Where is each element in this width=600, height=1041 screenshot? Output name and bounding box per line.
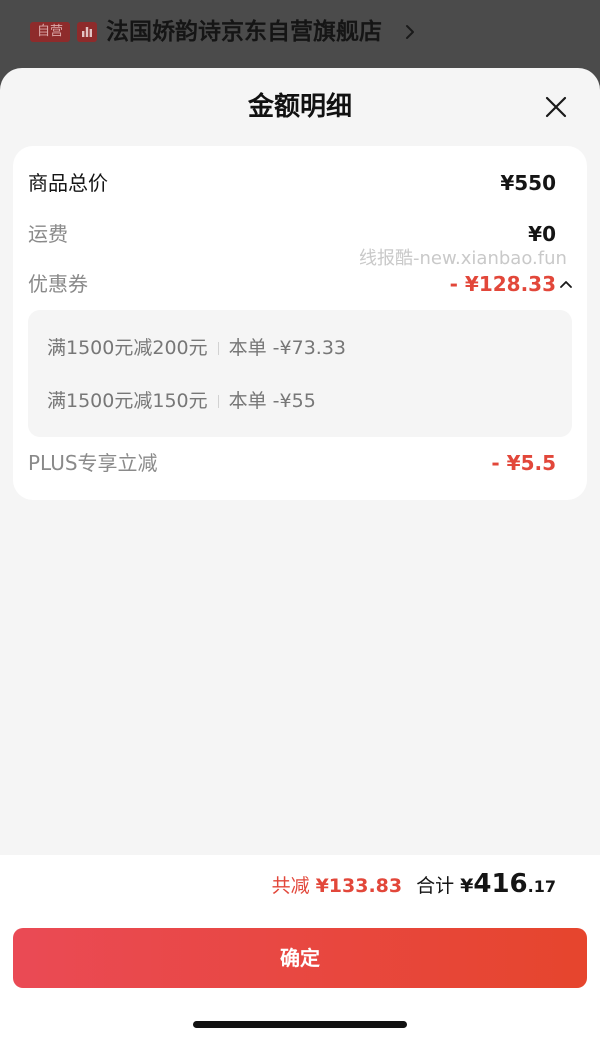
coupon-label: 优惠券 <box>28 272 88 296</box>
chevron-up-icon[interactable] <box>560 280 572 288</box>
chevron-right-icon[interactable] <box>405 23 415 41</box>
coupon-divider <box>217 341 219 355</box>
store-icon <box>77 22 97 42</box>
plus-discount-label: PLUS专享立减 <box>28 451 158 475</box>
home-indicator[interactable] <box>193 1021 407 1028</box>
grand-total-label: 合计 <box>416 875 455 897</box>
coupon-rule: 满1500元减200元 <box>47 337 208 359</box>
store-header[interactable]: 自营 法国娇韵诗京东自营旗舰店 <box>0 0 600 68</box>
sheet-footer: 共减 ¥133.83 合计 ¥ 416 .17 确定 <box>0 855 600 1041</box>
totals-summary: 共减 ¥133.83 合计 ¥ 416 .17 <box>272 869 556 905</box>
grand-total-decimal: .17 <box>527 877 556 896</box>
close-button[interactable] <box>544 95 568 119</box>
goods-total-value: ¥550 <box>500 171 556 195</box>
confirm-button[interactable]: 确定 <box>13 928 587 988</box>
amount-detail-sheet: 金额明细 商品总价 ¥550 运费 ¥0 优惠券 - ¥128.33 满1500… <box>0 68 600 1041</box>
coupon-amount: 本单 -¥55 <box>228 390 316 412</box>
coupon-amount: 本单 -¥73.33 <box>228 337 347 359</box>
sheet-title: 金额明细 <box>247 92 352 122</box>
coupon-row[interactable]: 优惠券 - ¥128.33 <box>28 270 572 298</box>
plus-discount-row: PLUS专享立减 - ¥5.5 <box>28 449 556 477</box>
goods-total-label: 商品总价 <box>28 171 108 195</box>
grand-total-integer: 416 <box>473 869 528 899</box>
shipping-value: ¥0 <box>528 222 556 246</box>
close-icon[interactable] <box>544 95 568 119</box>
coupon-item: 满1500元减200元 本单 -¥73.33 <box>47 334 346 362</box>
shipping-label: 运费 <box>28 222 68 246</box>
coupon-rule: 满1500元减150元 <box>47 390 208 412</box>
goods-total-row: 商品总价 ¥550 <box>28 169 556 197</box>
coupon-divider <box>217 394 219 408</box>
grand-total-currency: ¥ <box>460 875 474 897</box>
shipping-row: 运费 ¥0 <box>28 220 556 248</box>
total-discount-label: 共减 <box>271 875 310 897</box>
store-name[interactable]: 法国娇韵诗京东自营旗舰店 <box>106 15 382 49</box>
total-discount-value: ¥133.83 <box>315 875 403 897</box>
coupon-detail-box: 满1500元减200元 本单 -¥73.33 满1500元减150元 本单 -¥… <box>28 310 572 437</box>
plus-discount-value: - ¥5.5 <box>491 451 556 475</box>
coupon-item: 满1500元减150元 本单 -¥55 <box>47 387 316 415</box>
self-operated-badge: 自营 <box>30 22 70 42</box>
amount-detail-card: 商品总价 ¥550 运费 ¥0 优惠券 - ¥128.33 满1500元减200… <box>13 146 587 500</box>
coupon-value[interactable]: - ¥128.33 <box>450 270 556 298</box>
